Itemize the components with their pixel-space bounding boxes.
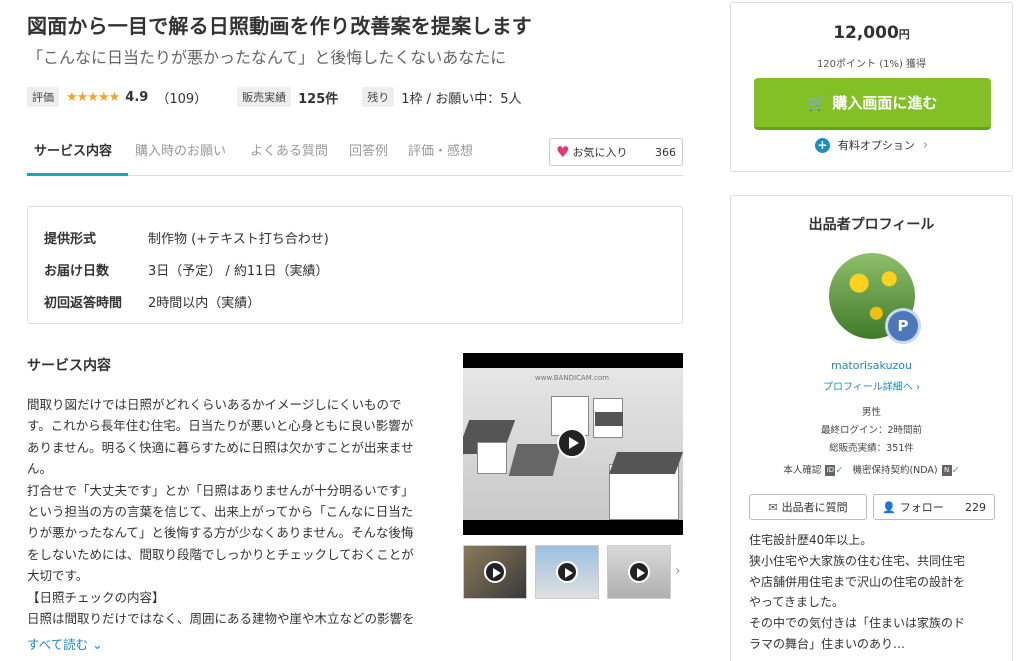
read-all-link[interactable]: すべて読む ⌄	[27, 634, 103, 653]
remain-tag: 残り	[362, 87, 395, 107]
service-info-box: 提供形式 制作物 (+テキスト打ち合わせ) お届け日数 3日（予定） / 約11…	[27, 206, 683, 324]
info-value: 制作物 (+テキスト打ち合わせ)	[148, 231, 329, 247]
profile-detail-link[interactable]: プロフィール詳細へ ›	[731, 378, 1012, 393]
info-row-format: 提供形式 制作物 (+テキスト打ち合わせ)	[44, 221, 666, 253]
description-line: りが悪かったなんて」と後悔する方が少なくありません。そんな後悔	[27, 525, 414, 541]
profile-title: 出品者プロフィール	[808, 217, 935, 233]
description-line: 打合せで「大丈夫です」とか「日照はありませんが十分明るいです」	[27, 482, 414, 498]
play-icon	[484, 561, 506, 583]
seller-profile: 出品者プロフィール P matorisakuzou プロフィール詳細へ › 男性…	[730, 195, 1013, 661]
info-value: 3日（予定） / 約11日（実績）	[148, 263, 329, 279]
tab-reviews[interactable]: 評価・感想	[408, 140, 473, 159]
message-seller-button[interactable]: ✉ 出品者に質問	[749, 494, 867, 520]
review-count[interactable]: （109）	[156, 88, 207, 107]
info-value: 2時間以内（実績）	[148, 295, 261, 311]
info-row-delivery: お届け日数 3日（予定） / 約11日（実績）	[44, 253, 666, 285]
description-line: ありません。明るく快適に暮らすために日照は欠かすことが出来ませ	[27, 439, 414, 455]
plus-circle-icon: +	[814, 137, 830, 153]
bio-line: その中での気付きは「住まいは家族のド	[749, 616, 966, 631]
play-icon[interactable]	[557, 428, 587, 458]
bio-line: や店舗併用住宅まで沢山の住宅の設計を	[749, 574, 966, 589]
rating-value: 4.9	[125, 89, 149, 105]
seller-total-sales: 総販売実績：351件	[829, 443, 914, 454]
description-line: 日照は間取りだけではなく、周囲にある建物や崖や木立などの影響を	[27, 611, 415, 627]
description-line: す。これから長年住む住宅。日当たりが悪いと心身ともに良い影響が	[27, 418, 414, 434]
rating-stars-icon: ★★★★★	[66, 89, 120, 105]
service-tabs: サービス内容 購入時のお願い よくある質問 回答例 評価・感想 ♥ お気に入り …	[27, 138, 683, 176]
description-text: 間取り図だけでは日照がどれくらいあるかイメージしにくいもので す。これから長年住…	[27, 394, 445, 630]
description-line: 【日照チェックの内容】	[27, 589, 165, 605]
sales-tag: 販売実績	[237, 87, 292, 107]
heart-icon: ♥	[556, 143, 570, 161]
tab-service-content[interactable]: サービス内容	[34, 140, 112, 159]
document-icon: N	[941, 465, 952, 476]
thumbnail-3[interactable]	[607, 545, 671, 599]
sales-value: 125件	[298, 91, 339, 107]
info-label: お届け日数	[44, 263, 110, 279]
info-row-response: 初回返答時間 2時間以内（実績）	[44, 285, 666, 317]
chevron-right-icon: ›	[922, 137, 929, 153]
verification-row: 本人確認 ID✓ 機密保持契約(NDA) N ✓	[783, 465, 960, 476]
follow-count: 229	[965, 500, 986, 514]
watermark: www.BANDICAM.com	[535, 374, 609, 382]
check-icon: ✓	[835, 465, 844, 476]
price: 12,000円	[833, 23, 910, 43]
favorite-count: 366	[655, 145, 676, 159]
info-label: 提供形式	[44, 231, 97, 247]
seller-gender: 男性	[861, 407, 881, 418]
chevron-down-icon: ⌄	[92, 637, 103, 652]
info-label: 初回返答時間	[44, 295, 123, 311]
description-line: 間取り図だけでは日照がどれくらいあるかイメージしにくいもので	[27, 397, 402, 412]
page-title: 図面から一目で解る日照動画を作り改善案を提案します	[27, 14, 532, 38]
points-earned: 120ポイント (1%) 獲得	[816, 59, 927, 70]
thumbnail-2[interactable]	[535, 545, 599, 599]
video-player[interactable]: www.BANDICAM.com	[463, 353, 683, 535]
remain-value: 1枠 / お願い中：5人	[401, 91, 522, 107]
check-icon: ✓	[951, 465, 960, 476]
buy-button[interactable]: 🛒 購入画面に進む	[754, 78, 991, 130]
follow-button[interactable]: 👤 フォロー 229	[873, 494, 995, 520]
thumbnail-1[interactable]	[463, 545, 527, 599]
bio-line: 住宅設計歴40年以上。	[749, 533, 873, 547]
description-line: をしないためには、間取り段階でしっかりとチェックしておくことが	[27, 546, 414, 562]
tab-faq[interactable]: よくある質問	[250, 140, 328, 159]
bio-line: やってきました。	[749, 595, 845, 610]
chevron-right-icon: ›	[916, 382, 920, 393]
id-card-icon: ID	[825, 465, 836, 476]
seller-last-login: 最終ログイン：2時間前	[820, 425, 923, 436]
favorite-button[interactable]: ♥ お気に入り 366	[549, 138, 683, 166]
buy-label: 購入画面に進む	[832, 94, 938, 112]
rank-badge-icon: P	[885, 308, 921, 344]
description-line: 大切です。	[27, 568, 89, 584]
description-line: ん。	[27, 461, 53, 477]
page-subtitle: 「こんなに日当たりが悪かったなんて」と後悔したくないあなたに	[27, 48, 507, 67]
description-title: サービス内容	[27, 358, 111, 374]
favorite-label: お気に入り	[572, 146, 628, 159]
play-icon	[628, 561, 650, 583]
stats-bar: 評価 ★★★★★ 4.9 （109） 販売実績 125件 残り 1枠 / お願い…	[27, 87, 521, 107]
tab-sample-answers[interactable]: 回答例	[349, 140, 388, 159]
seller-bio: 住宅設計歴40年以上。 狭小住宅や大家族の住む住宅、共同住宅 や店舗併用住宅まで…	[749, 530, 999, 660]
rating-tag: 評価	[27, 87, 59, 107]
seller-username[interactable]: matorisakuzou	[731, 359, 1012, 372]
chevron-right-icon[interactable]: ›	[675, 563, 681, 579]
video-thumbnails: ›	[463, 545, 683, 599]
bio-line: 狭小住宅や大家族の住む住宅、共同住宅	[749, 553, 966, 568]
add-user-icon: 👤	[882, 500, 896, 514]
tab-purchase-requests[interactable]: 購入時のお願い	[135, 140, 226, 159]
play-icon	[556, 561, 578, 583]
description-line: という担当の方の言葉を信じて、出来上がってから「こんなに日当た	[27, 504, 414, 520]
envelope-icon: ✉	[768, 500, 778, 514]
cart-icon: 🛒	[807, 93, 827, 112]
active-tab-indicator	[27, 173, 128, 176]
paid-options-link[interactable]: + 有料オプション ›	[731, 137, 1012, 153]
price-box: 12,000円 120ポイント (1%) 獲得 🛒 購入画面に進む + 有料オプ…	[730, 2, 1013, 172]
bio-line: ラマの舞台」住まいのあり…	[749, 636, 906, 651]
video-frame: www.BANDICAM.com	[463, 368, 683, 520]
